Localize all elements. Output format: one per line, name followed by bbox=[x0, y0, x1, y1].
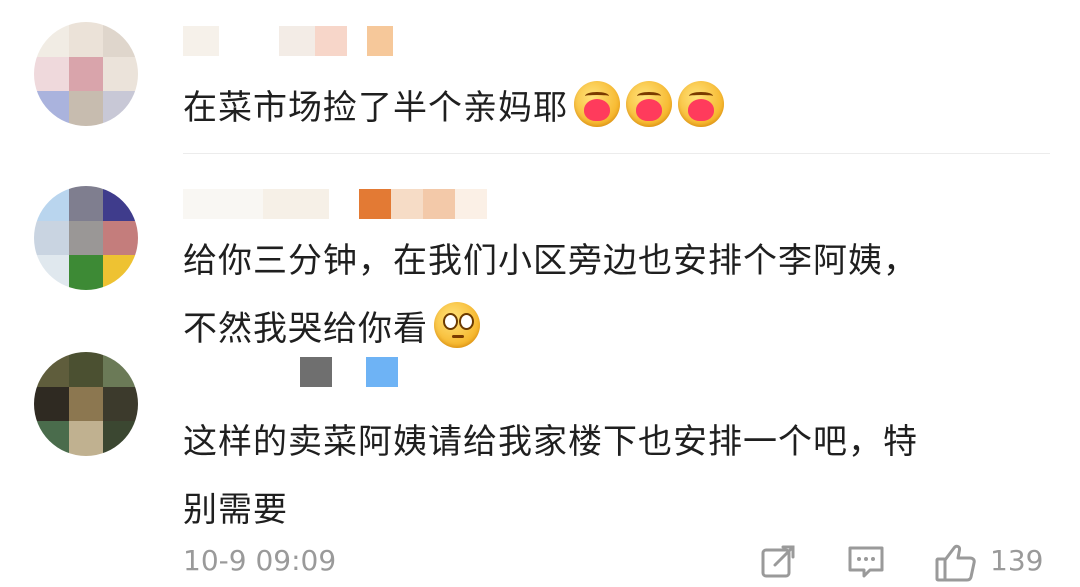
comment-text-line: 给你三分钟，在我们小区旁边也安排个李阿姨， bbox=[183, 241, 918, 281]
hugging-heart-emoji-icon bbox=[574, 81, 620, 127]
comment-text: 给你三分钟，在我们小区旁边也安排个李阿姨， 不然我哭给你看 bbox=[183, 227, 918, 363]
comment-footer: 10-9 09:09 139 bbox=[0, 540, 1080, 587]
timestamp: 10-9 09:09 bbox=[183, 544, 337, 577]
eye-roll-emoji-icon bbox=[434, 302, 480, 348]
username-blurred[interactable] bbox=[183, 24, 393, 58]
comment-text-line: 别需要 bbox=[183, 490, 288, 530]
divider bbox=[183, 153, 1050, 154]
comment-text-line: 在菜市场捡了半个亲妈耶 bbox=[183, 88, 568, 128]
like-count: 139 bbox=[990, 544, 1044, 577]
username-blurred[interactable] bbox=[300, 355, 398, 389]
hugging-heart-emoji-icon bbox=[626, 81, 672, 127]
username-blurred[interactable] bbox=[183, 187, 487, 221]
avatar[interactable] bbox=[34, 186, 138, 290]
thumbs-up-icon[interactable] bbox=[934, 542, 978, 584]
comment-text: 在菜市场捡了半个亲妈耶 bbox=[183, 74, 724, 142]
comment-text-line: 不然我哭给你看 bbox=[183, 309, 428, 349]
share-icon[interactable] bbox=[758, 542, 798, 582]
comment-text-line: 这样的卖菜阿姨请给我家楼下也安排一个吧，特 bbox=[183, 422, 918, 462]
hugging-heart-emoji-icon bbox=[678, 81, 724, 127]
comment-icon[interactable] bbox=[846, 542, 886, 582]
avatar[interactable] bbox=[34, 22, 138, 126]
comment-text: 这样的卖菜阿姨请给我家楼下也安排一个吧，特 别需要 bbox=[183, 408, 918, 544]
avatar[interactable] bbox=[34, 352, 138, 456]
